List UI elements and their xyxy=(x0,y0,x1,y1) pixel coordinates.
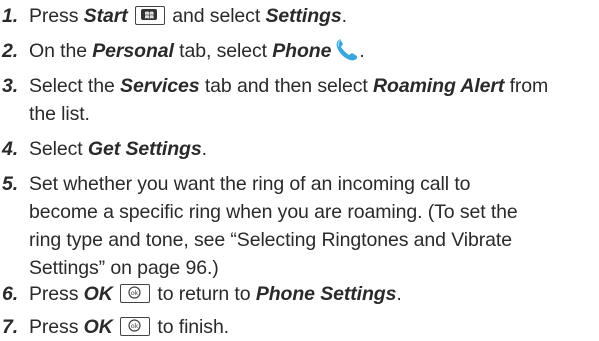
text-line: Settings” on page 96.) xyxy=(29,257,219,279)
step-number: 4. xyxy=(2,138,19,160)
step-text: Press Start and select Settings. xyxy=(29,2,590,30)
text-run: and select xyxy=(166,5,266,27)
ok-label: OK xyxy=(83,283,113,305)
step-text: On the Personal tab, select Phone. xyxy=(29,37,590,65)
step-7: 7. Press OK ok to finish. xyxy=(0,313,590,341)
text-line: ring type and tone, see “Selecting Ringt… xyxy=(29,229,512,251)
step-number: 1. xyxy=(2,5,19,27)
step-number: 3. xyxy=(2,75,19,97)
step-text: Press OK ok to return to Phone Settings. xyxy=(29,280,590,308)
svg-text:ok: ok xyxy=(131,322,139,330)
ok-key-icon: ok xyxy=(120,317,151,336)
step-number: 2. xyxy=(2,40,19,62)
step-text: Select the Services tab and then select … xyxy=(29,72,590,128)
step-1: 1. Press Start and select Settings. xyxy=(0,2,590,30)
text-run: Press xyxy=(29,316,84,338)
step-text: Press OK ok to finish. xyxy=(29,313,590,341)
text-run: tab, select xyxy=(173,40,273,62)
windows-start-key-icon xyxy=(134,6,165,25)
text-run: Select xyxy=(29,138,88,160)
start-label: Start xyxy=(83,5,128,27)
text-run: tab and then select xyxy=(199,75,374,97)
text-run xyxy=(113,283,118,305)
text-run: Select the xyxy=(29,75,121,97)
step-4: 4. Select Get Settings. xyxy=(0,135,590,163)
step-number: 5. xyxy=(2,173,19,195)
step-6: 6. Press OK ok to return to Phone Settin… xyxy=(0,280,590,308)
settings-label: Settings xyxy=(265,5,342,27)
text-run: . xyxy=(359,40,365,62)
phone-settings-label: Phone Settings xyxy=(255,283,397,305)
text-line: become a specific ring when you are roam… xyxy=(29,201,518,223)
ok-label: OK xyxy=(83,316,113,338)
step-3: 3. Select the Services tab and then sele… xyxy=(0,72,590,128)
text-line: Set whether you want the ring of an inco… xyxy=(29,173,471,195)
text-run xyxy=(128,5,133,27)
step-2: 2. On the Personal tab, select Phone. xyxy=(0,37,590,65)
phone-handset-icon xyxy=(333,37,359,63)
roaming-alert-label: Roaming Alert xyxy=(373,75,505,97)
text-run: Press xyxy=(29,283,84,305)
text-run: Press xyxy=(29,5,84,27)
text-run: On the xyxy=(29,40,93,62)
text-run: to return to xyxy=(152,283,256,305)
text-run: . xyxy=(201,138,207,160)
phone-label: Phone xyxy=(272,40,332,62)
ok-key-icon: ok xyxy=(120,284,151,303)
step-5: 5. Set whether you want the ring of an i… xyxy=(0,170,590,282)
instruction-steps: 1. Press Start and select Settings. 2. O… xyxy=(0,0,599,340)
services-tab-label: Services xyxy=(120,75,200,97)
step-number: 6. xyxy=(2,283,19,305)
text-run: the list. xyxy=(29,103,90,125)
text-run xyxy=(113,316,118,338)
step-text: Set whether you want the ring of an inco… xyxy=(29,170,590,282)
step-number: 7. xyxy=(2,316,19,338)
step-text: Select Get Settings. xyxy=(29,135,590,163)
svg-text:ok: ok xyxy=(131,289,139,297)
text-run: from xyxy=(504,75,549,97)
text-run: . xyxy=(341,5,347,27)
get-settings-label: Get Settings xyxy=(87,138,202,160)
text-run: . xyxy=(396,283,402,305)
text-run: to finish. xyxy=(152,316,230,338)
personal-tab-label: Personal xyxy=(92,40,174,62)
